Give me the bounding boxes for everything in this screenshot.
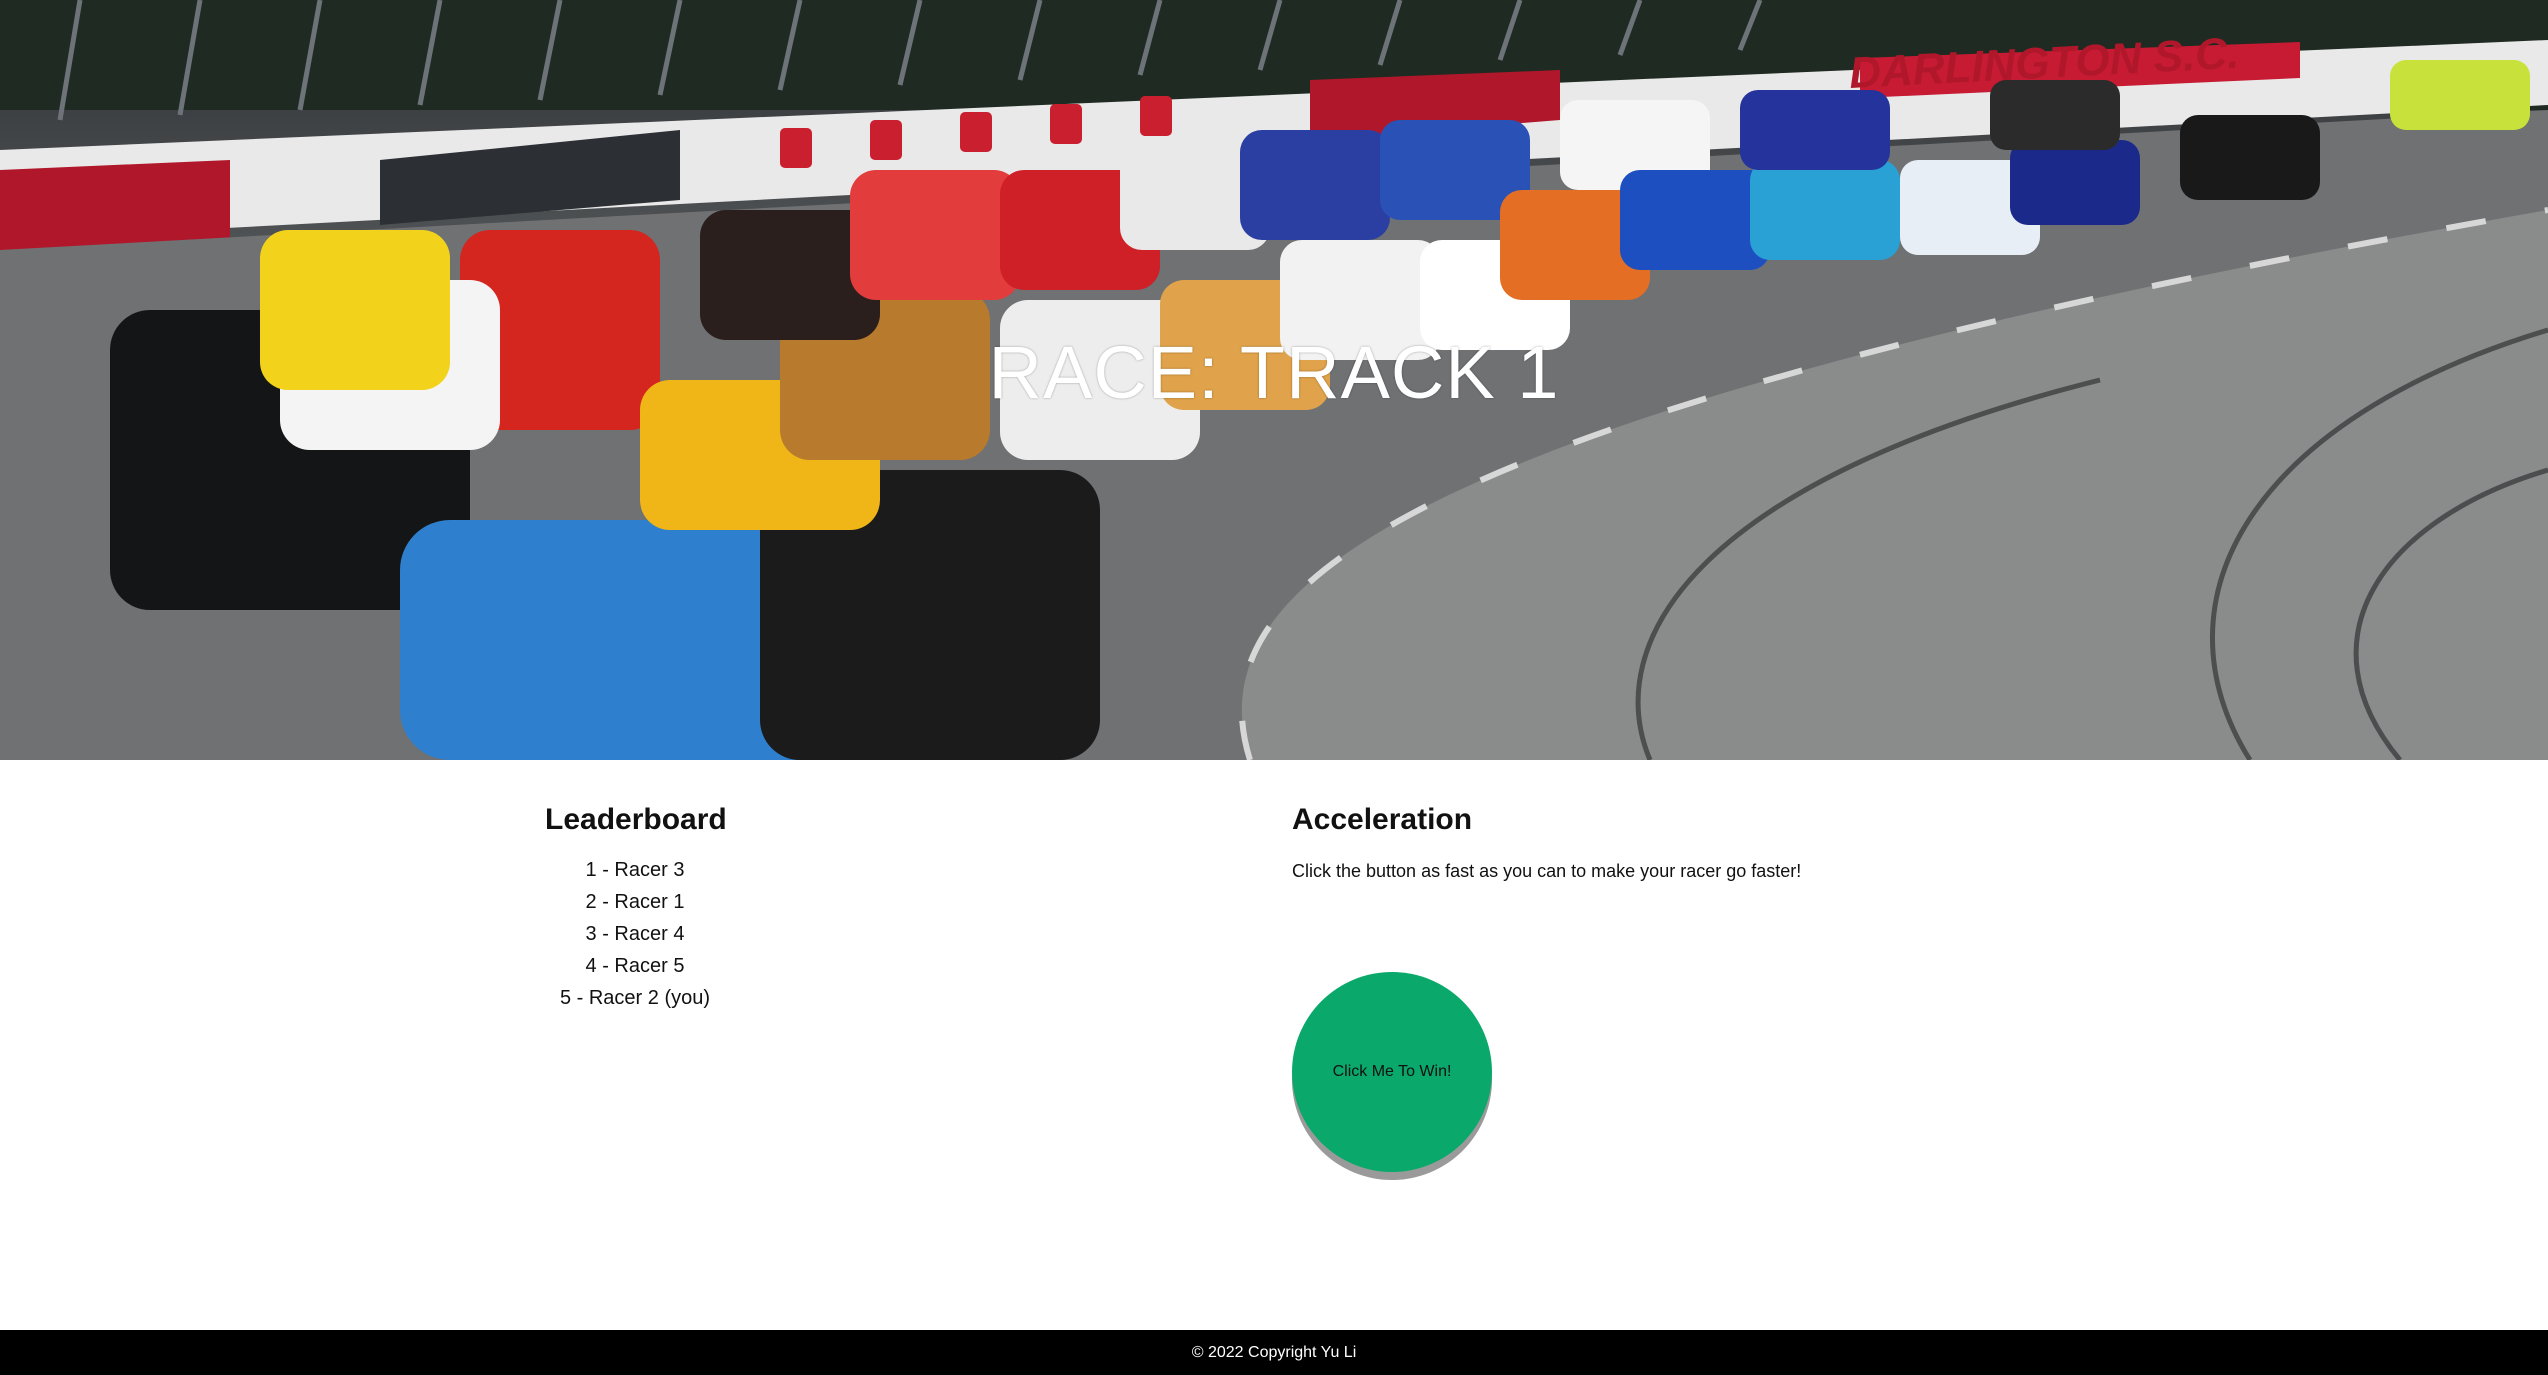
main-content: Leaderboard 1 - Racer 3 2 - Racer 1 3 - … <box>0 760 2548 1330</box>
race-page: DARLINGTON S.C. RACE: TRACK 1 Leaderboar… <box>0 0 2548 1375</box>
leaderboard-entry: 4 - Racer 5 <box>585 955 685 977</box>
page-title: RACE: TRACK 1 <box>988 331 1560 414</box>
click-to-win-button[interactable]: Click Me To Win! <box>1292 972 1492 1172</box>
acceleration-heading: Acceleration <box>1292 803 1473 836</box>
leaderboard-entry-you: 5 - Racer 2 (you) <box>559 987 711 1009</box>
leaderboard-list: 1 - Racer 3 2 - Racer 1 3 - Racer 4 4 - … <box>545 854 725 1014</box>
hero-banner: DARLINGTON S.C. RACE: TRACK 1 <box>0 0 2548 760</box>
acceleration-description: Click the button as fast as you can to m… <box>1292 861 1802 881</box>
leaderboard-entry: 3 - Racer 4 <box>585 923 685 945</box>
leaderboard-entry: 2 - Racer 1 <box>585 891 685 913</box>
copyright-text: © 2022 Copyright Yu Li <box>1191 1344 1357 1361</box>
leaderboard-heading: Leaderboard <box>545 803 727 836</box>
acceleration-section: Acceleration Click the button as fast as… <box>1292 800 2092 1172</box>
leaderboard-section: Leaderboard 1 - Racer 3 2 - Racer 1 3 - … <box>545 800 1185 1014</box>
footer: © 2022 Copyright Yu Li <box>0 1330 2548 1375</box>
leaderboard-entry: 1 - Racer 3 <box>585 859 685 881</box>
